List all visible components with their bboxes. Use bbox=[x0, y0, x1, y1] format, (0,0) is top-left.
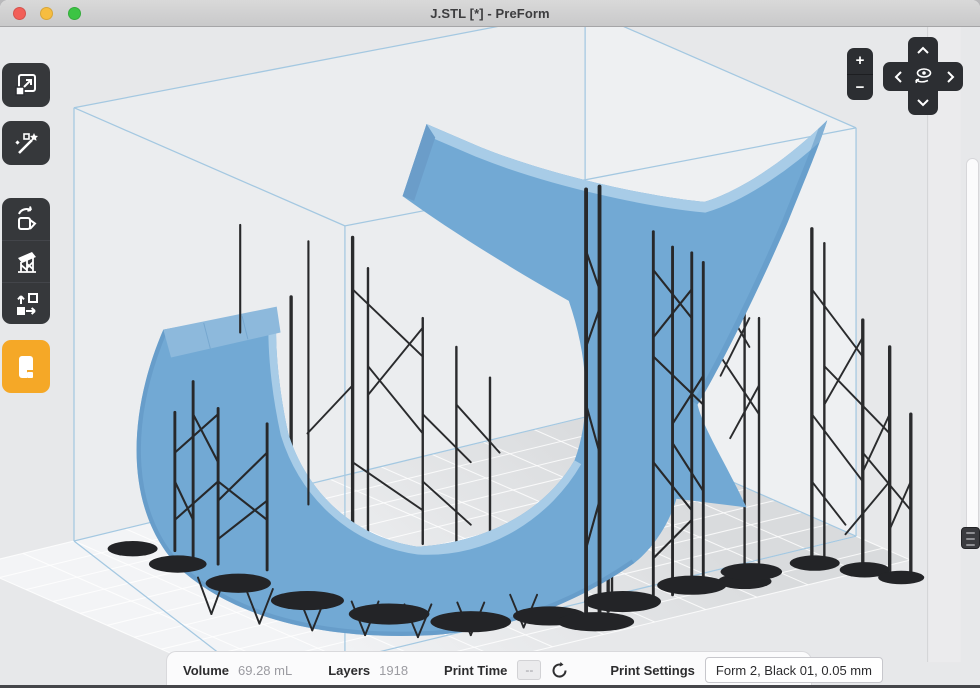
print-button[interactable] bbox=[2, 340, 50, 393]
print-time-label: Print Time bbox=[444, 663, 507, 678]
orbit-eye-icon bbox=[912, 65, 934, 87]
orient-tool-button[interactable] bbox=[2, 198, 50, 240]
rotate-left-button[interactable] bbox=[887, 67, 909, 87]
layers-value: 1918 bbox=[379, 663, 408, 678]
scale-icon bbox=[12, 71, 40, 99]
one-click-print-button[interactable] bbox=[2, 121, 50, 165]
layout-icon bbox=[12, 290, 40, 318]
tool-group bbox=[2, 198, 50, 324]
status-bar: Volume 69.28 mL Layers 1918 Print Time -… bbox=[166, 651, 812, 688]
maximize-window-button[interactable] bbox=[68, 7, 81, 20]
window-title: J.STL [*] - PreForm bbox=[430, 6, 549, 21]
chevron-right-icon bbox=[946, 70, 955, 84]
magic-wand-icon bbox=[12, 129, 40, 157]
orbit-view-button[interactable] bbox=[912, 65, 934, 87]
layers-readout: Layers 1918 bbox=[328, 663, 408, 678]
layer-slider-thumb[interactable] bbox=[961, 527, 980, 549]
size-tool-button[interactable] bbox=[2, 63, 50, 107]
volume-label: Volume bbox=[183, 663, 229, 678]
right-panel-strip bbox=[928, 27, 961, 662]
print-settings-select[interactable]: Form 2, Black 01, 0.05 mm bbox=[705, 657, 883, 683]
rotate-down-button[interactable] bbox=[912, 92, 934, 112]
supports-tool-button[interactable] bbox=[2, 240, 50, 282]
print-settings-label: Print Settings bbox=[610, 663, 695, 678]
rotate-up-button[interactable] bbox=[912, 40, 934, 60]
view-navigation-pad bbox=[883, 37, 963, 115]
volume-value: 69.28 mL bbox=[238, 663, 292, 678]
zoom-in-button[interactable]: + bbox=[847, 48, 873, 75]
viewport-3d-scene[interactable] bbox=[0, 27, 980, 688]
recalculate-print-time-button[interactable] bbox=[548, 659, 570, 681]
refresh-icon bbox=[550, 661, 569, 680]
preform-window: J.STL [*] - PreForm bbox=[0, 0, 980, 688]
zoom-out-button[interactable]: − bbox=[847, 75, 873, 101]
print-time-readout: Print Time -- bbox=[444, 659, 570, 681]
zoom-control: + − bbox=[847, 48, 873, 100]
volume-readout: Volume 69.28 mL bbox=[183, 663, 292, 678]
minimize-window-button[interactable] bbox=[40, 7, 53, 20]
supports-icon bbox=[12, 248, 40, 276]
title-bar: J.STL [*] - PreForm bbox=[0, 0, 980, 27]
close-window-button[interactable] bbox=[13, 7, 26, 20]
cartridge-icon bbox=[12, 353, 40, 381]
viewport-3d[interactable]: + − bbox=[0, 27, 980, 688]
print-settings-group: Print Settings Form 2, Black 01, 0.05 mm bbox=[610, 657, 883, 683]
layout-tool-button[interactable] bbox=[2, 282, 50, 324]
chevron-down-icon bbox=[916, 98, 930, 107]
layer-slider-track[interactable] bbox=[966, 158, 979, 534]
rotate-right-button[interactable] bbox=[939, 67, 961, 87]
print-time-value: -- bbox=[517, 660, 541, 680]
chevron-left-icon bbox=[894, 70, 903, 84]
rotate-cube-icon bbox=[12, 205, 40, 233]
chevron-up-icon bbox=[916, 46, 930, 55]
layers-label: Layers bbox=[328, 663, 370, 678]
